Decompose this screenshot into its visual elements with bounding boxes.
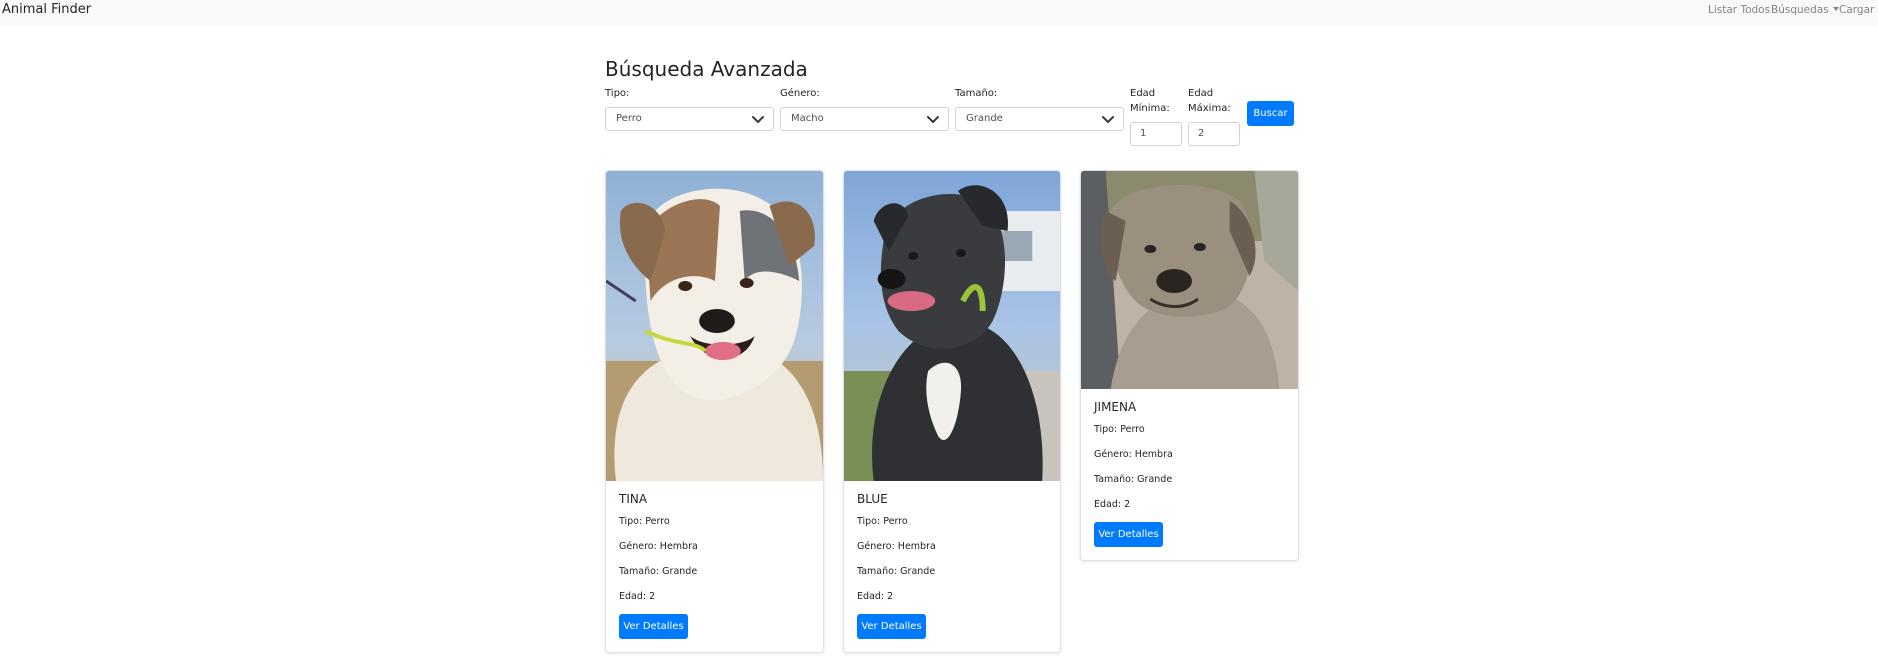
edad-minima-label-line2: Mínima: — [1130, 103, 1170, 114]
animal-photo-tina[interactable] — [606, 171, 823, 481]
edad-maxima-input[interactable]: 2 — [1188, 122, 1240, 146]
animal-card: TINA Tipo: Perro Género: Hembra Tamaño: … — [605, 170, 824, 653]
navbar-brand[interactable]: Animal Finder — [2, 2, 91, 17]
navbar: Animal Finder Listar Todos Búsquedas Car… — [0, 0, 1878, 26]
card-body: JIMENA Tipo: Perro Género: Hembra Tamaño… — [1081, 389, 1298, 560]
genero-select[interactable]: Macho — [780, 107, 949, 131]
animal-card: BLUE Tipo: Perro Género: Hembra Tamaño: … — [843, 170, 1061, 653]
animal-photo-jimena[interactable] — [1081, 171, 1298, 389]
nav-item-busquedas-dropdown[interactable]: Búsquedas — [1771, 4, 1839, 16]
tamano-select-value: Grande — [966, 113, 1003, 124]
dog-photo-image — [606, 171, 823, 481]
edad-maxima-label: Edad Máxima: — [1188, 86, 1231, 116]
chevron-down-icon — [927, 116, 939, 123]
animal-tipo: Tipo: Perro — [619, 516, 670, 527]
animal-tamano: Tamaño: Grande — [1094, 474, 1173, 485]
chevron-down-icon — [752, 116, 764, 123]
tipo-select[interactable]: Perro — [605, 107, 774, 131]
genero-label: Género: — [780, 88, 820, 99]
edad-maxima-label-line1: Edad — [1188, 88, 1214, 99]
animal-genero: Género: Hembra — [619, 541, 698, 552]
dog-photo-image — [1081, 171, 1298, 389]
edad-maxima-label-line2: Máxima: — [1188, 103, 1231, 114]
animal-edad: Edad: 2 — [1094, 499, 1131, 510]
animal-genero: Género: Hembra — [857, 541, 936, 552]
animal-photo-blue[interactable] — [844, 171, 1060, 481]
ver-detalles-button[interactable]: Ver Detalles — [857, 614, 926, 639]
edad-minima-label-line1: Edad — [1130, 88, 1156, 99]
animal-edad: Edad: 2 — [619, 591, 656, 602]
animal-name: TINA — [619, 492, 648, 506]
genero-select-value: Macho — [791, 113, 824, 124]
chevron-down-icon — [1102, 116, 1114, 123]
animal-card: JIMENA Tipo: Perro Género: Hembra Tamaño… — [1080, 170, 1299, 561]
edad-minima-label: Edad Mínima: — [1130, 86, 1170, 116]
dog-photo-image — [844, 171, 1060, 481]
nav-item-cargar[interactable]: Cargar D — [1839, 4, 1878, 16]
animal-tamano: Tamaño: Grande — [619, 566, 698, 577]
animal-name: JIMENA — [1094, 400, 1137, 414]
buscar-button[interactable]: Buscar — [1247, 101, 1294, 126]
edad-minima-value: 1 — [1140, 128, 1147, 139]
animal-tamano: Tamaño: Grande — [857, 566, 936, 577]
animal-name: BLUE — [857, 492, 888, 506]
card-body: BLUE Tipo: Perro Género: Hembra Tamaño: … — [844, 481, 1060, 652]
tamano-label: Tamaño: — [955, 88, 998, 99]
tipo-select-value: Perro — [616, 113, 642, 124]
card-body: TINA Tipo: Perro Género: Hembra Tamaño: … — [606, 481, 823, 652]
edad-maxima-value: 2 — [1198, 128, 1205, 139]
nav-item-busquedas-label: Búsquedas — [1771, 4, 1829, 16]
tipo-label: Tipo: — [605, 88, 630, 99]
tamano-select[interactable]: Grande — [955, 107, 1124, 131]
edad-minima-input[interactable]: 1 — [1130, 122, 1182, 146]
ver-detalles-button[interactable]: Ver Detalles — [1094, 522, 1163, 547]
caret-down-icon — [1832, 7, 1839, 11]
animal-genero: Género: Hembra — [1094, 449, 1173, 460]
page-title: Búsqueda Avanzada — [605, 57, 808, 81]
animal-edad: Edad: 2 — [857, 591, 894, 602]
ver-detalles-button[interactable]: Ver Detalles — [619, 614, 688, 639]
animal-tipo: Tipo: Perro — [857, 516, 908, 527]
animal-tipo: Tipo: Perro — [1094, 424, 1145, 435]
nav-item-listar-todos[interactable]: Listar Todos — [1708, 4, 1770, 16]
